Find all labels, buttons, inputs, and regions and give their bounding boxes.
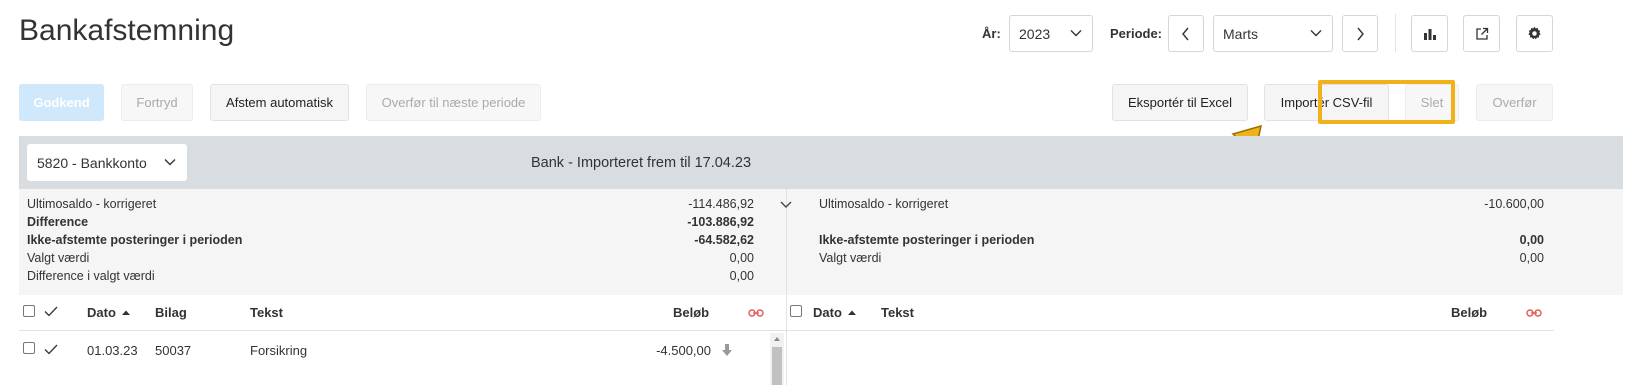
period-value: Marts [1223,25,1258,42]
scroll-up-icon[interactable] [773,336,781,342]
summary-row: Difference -103.886,92 [27,213,754,231]
table-header-border [19,330,786,331]
summary-label: Ikke-afstemte posteringer i perioden [27,233,243,247]
row-text: Forsikring [250,343,308,358]
column-text-right[interactable]: Tekst [881,305,914,320]
summary-row-empty [819,213,1544,231]
summary-label: Valgt værdi [27,251,90,265]
chevron-down-icon [164,159,176,166]
table-divider [786,295,787,385]
column-date[interactable]: Dato [87,305,131,320]
account-band [19,136,1623,189]
year-select[interactable]: 2023 [1009,15,1093,52]
account-value: 5820 - Bankkonto [37,154,147,171]
summary-row: Valgt værdi 0,00 [27,249,754,267]
column-text[interactable]: Tekst [250,305,283,320]
chevron-down-icon [1310,30,1322,37]
summary-row: Ultimosaldo - korrigeret -114.486,92 [27,195,754,213]
chevron-down-icon [1070,30,1082,37]
sort-asc-icon [847,310,856,315]
import-status: Bank - Importeret frem til 17.04.23 [531,155,752,171]
bar-chart-icon [1423,28,1436,40]
chevron-down-icon[interactable] [779,199,793,211]
download-arrow-icon[interactable] [721,343,733,357]
transfer-next-period-button[interactable]: Overfør til næste periode [366,84,541,121]
chevron-left-icon [1182,27,1189,40]
summary-value: -10.600,00 [1484,197,1544,211]
check-icon [44,306,58,317]
summary-value: -103.886,92 [687,215,754,229]
approve-button[interactable]: Godkend [19,84,104,121]
period-select[interactable]: Marts [1213,15,1333,52]
summary-label: Difference [27,215,89,229]
column-voucher[interactable]: Bilag [155,305,187,320]
year-value: 2023 [1019,25,1051,42]
export-excel-button[interactable]: Eksportér til Excel [1112,84,1248,121]
row-checkbox[interactable] [23,342,35,354]
sort-asc-icon [121,310,130,315]
gear-icon [1528,26,1541,40]
external-link-icon [1475,27,1488,40]
chart-button[interactable] [1411,15,1448,52]
summary-row: Ultimosaldo - korrigeret -10.600,00 [819,195,1544,213]
column-date-label: Dato [813,305,842,320]
chevron-right-icon [1357,27,1364,40]
auto-match-button[interactable]: Afstem automatisk [210,84,349,121]
account-select[interactable]: 5820 - Bankkonto [27,144,187,181]
summary-label: Ultimosaldo - korrigeret [27,197,157,211]
summary-value: 0,00 [1519,233,1544,247]
scrollbar-thumb[interactable] [772,347,782,385]
unlink-icon[interactable] [748,307,764,319]
summary-value: 0,00 [729,251,754,265]
undo-button[interactable]: Fortryd [121,84,193,121]
settings-button[interactable] [1516,15,1553,52]
row-amount: -4.500,00 [656,343,711,358]
highlight-box [1318,80,1455,124]
summary-row: Ikke-afstemte posteringer i perioden -64.… [27,231,754,249]
column-amount[interactable]: Beløb [673,305,709,320]
summary-value: -114.486,92 [688,197,754,211]
summary-value: -64.582,62 [694,233,754,247]
period-label: Periode: [1110,26,1163,41]
summary-right: Ultimosaldo - korrigeret -10.600,00 Ikke-… [819,195,1544,267]
select-all-checkbox[interactable] [23,305,35,317]
check-icon[interactable] [44,344,58,355]
previous-period-button[interactable] [1168,15,1204,52]
summary-value: 0,00 [729,269,754,283]
row-voucher: 50037 [155,343,192,358]
select-all-checkbox-right[interactable] [790,305,802,317]
column-date-label: Dato [87,305,116,320]
unlink-icon[interactable] [1526,307,1542,319]
summary-value: 0,00 [1519,251,1544,265]
row-date: 01.03.23 [87,343,138,358]
summary-left: Ultimosaldo - korrigeret -114.486,92 Diff… [27,195,754,285]
summary-label: Valgt værdi [819,251,882,265]
summary-label: Difference i valgt værdi [27,269,155,283]
divider [1395,14,1396,52]
year-label: År: [982,26,1001,41]
summary-row: Ikke-afstemte posteringer i perioden 0,00 [819,231,1544,249]
summary-label: Ultimosaldo - korrigeret [819,197,949,211]
page-title: Bankafstemning [19,14,235,47]
summary-row: Difference i valgt værdi 0,00 [27,267,754,285]
summary-label: Ikke-afstemte posteringer i perioden [819,233,1035,247]
summary-row: Valgt værdi 0,00 [819,249,1544,267]
column-amount-right[interactable]: Beløb [1451,305,1487,320]
table-header-border [787,330,1554,331]
column-date-right[interactable]: Dato [813,305,857,320]
next-period-button[interactable] [1342,15,1378,52]
transfer-button[interactable]: Overfør [1476,84,1553,121]
external-link-button[interactable] [1463,15,1500,52]
